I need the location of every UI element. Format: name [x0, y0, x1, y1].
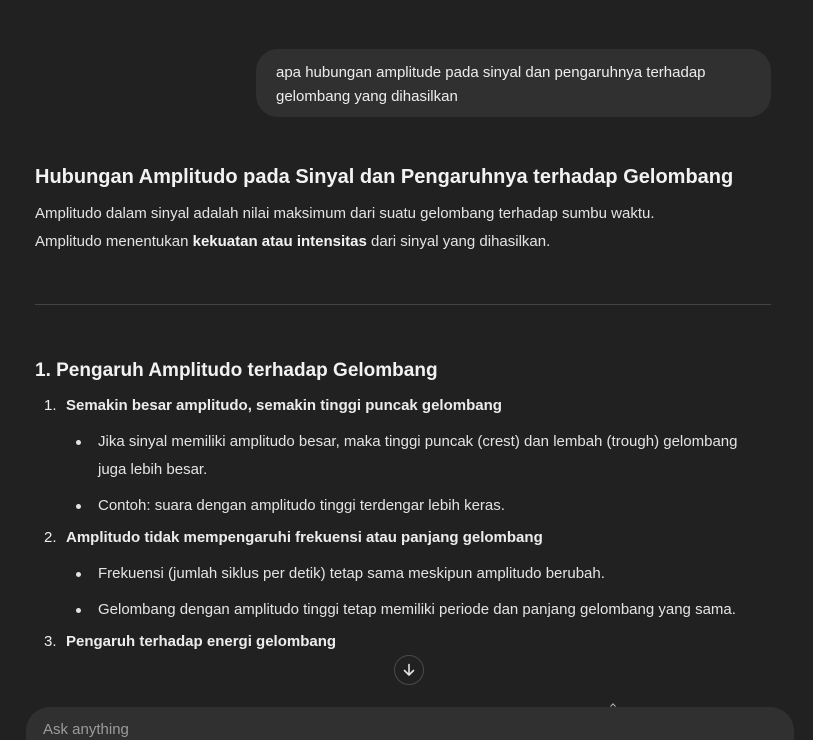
- bullet-item: Jika sinyal memiliki amplitudo besar, ma…: [35, 428, 748, 484]
- list-item-3-heading: Pengaruh terhadap energi gelombang: [66, 633, 337, 650]
- ask-input[interactable]: [43, 721, 777, 738]
- intro-line-2-bold: kekuatan atau intensitas: [192, 233, 367, 250]
- intro-line-2-end: dari sinyal yang dihasilkan.: [366, 233, 551, 250]
- list-item-2-bullets: Frekuensi (jumlah siklus per detik) teta…: [35, 560, 775, 624]
- bullet-item: Frekuensi (jumlah siklus per detik) teta…: [35, 560, 748, 588]
- list-item-3-number: 3.: [44, 633, 57, 650]
- bullet-text: Contoh: suara dengan amplitudo tinggi te…: [98, 497, 505, 514]
- bullet-item: Contoh: suara dengan amplitudo tinggi te…: [35, 492, 748, 520]
- chat-page: apa hubungan amplitude pada sinyal dan p…: [0, 0, 813, 740]
- bullet-dot-icon: [76, 440, 81, 445]
- user-message-text: apa hubungan amplitude pada sinyal dan p…: [276, 64, 706, 105]
- numbered-list: 1. Semakin besar amplitudo, semakin ting…: [35, 392, 775, 656]
- bullet-text: Frekuensi (jumlah siklus per detik) teta…: [98, 565, 605, 582]
- intro-line-2-start: Amplitudo menentukan: [35, 233, 193, 250]
- answer-intro: Amplitudo dalam sinyal adalah nilai maks…: [35, 200, 775, 256]
- bullet-text: Jika sinyal memiliki amplitudo besar, ma…: [98, 433, 738, 478]
- list-item-2-heading: Amplitudo tidak mempengaruhi frekuensi a…: [66, 529, 543, 546]
- list-item-3: 3. Pengaruh terhadap energi gelombang: [35, 628, 775, 656]
- assistant-answer: Hubungan Amplitudo pada Sinyal dan Penga…: [35, 160, 775, 256]
- bullet-list-1: Jika sinyal memiliki amplitudo besar, ma…: [35, 428, 775, 520]
- bullet-list-2: Frekuensi (jumlah siklus per detik) teta…: [35, 560, 775, 624]
- arrow-down-icon: [403, 663, 415, 676]
- answer-title: Hubungan Amplitudo pada Sinyal dan Penga…: [35, 166, 734, 188]
- bullet-text: Gelombang dengan amplitudo tinggi tetap …: [98, 601, 736, 618]
- section-1-title: 1. Pengaruh Amplitudo terhadap Gelombang: [35, 360, 438, 381]
- bullet-dot-icon: [76, 608, 81, 613]
- bullet-dot-icon: [76, 572, 81, 577]
- list-item-1: 1. Semakin besar amplitudo, semakin ting…: [35, 392, 775, 420]
- bullet-item: Gelombang dengan amplitudo tinggi tetap …: [35, 596, 748, 624]
- intro-line-1: Amplitudo dalam sinyal adalah nilai maks…: [35, 205, 655, 222]
- section-divider: [35, 304, 771, 305]
- user-message-bubble: apa hubungan amplitude pada sinyal dan p…: [256, 49, 771, 117]
- bullet-dot-icon: [76, 504, 81, 509]
- section-1: 1. Pengaruh Amplitudo terhadap Gelombang…: [35, 354, 775, 656]
- list-item-2: 2. Amplitudo tidak mempengaruhi frekuens…: [35, 524, 775, 552]
- message-composer: [26, 707, 794, 740]
- list-item-1-number: 1.: [44, 397, 57, 414]
- list-item-2-number: 2.: [44, 529, 57, 546]
- scroll-to-bottom-button[interactable]: [394, 655, 424, 685]
- list-item-1-bullets: Jika sinyal memiliki amplitudo besar, ma…: [35, 428, 775, 520]
- list-item-1-heading: Semakin besar amplitudo, semakin tinggi …: [66, 397, 502, 414]
